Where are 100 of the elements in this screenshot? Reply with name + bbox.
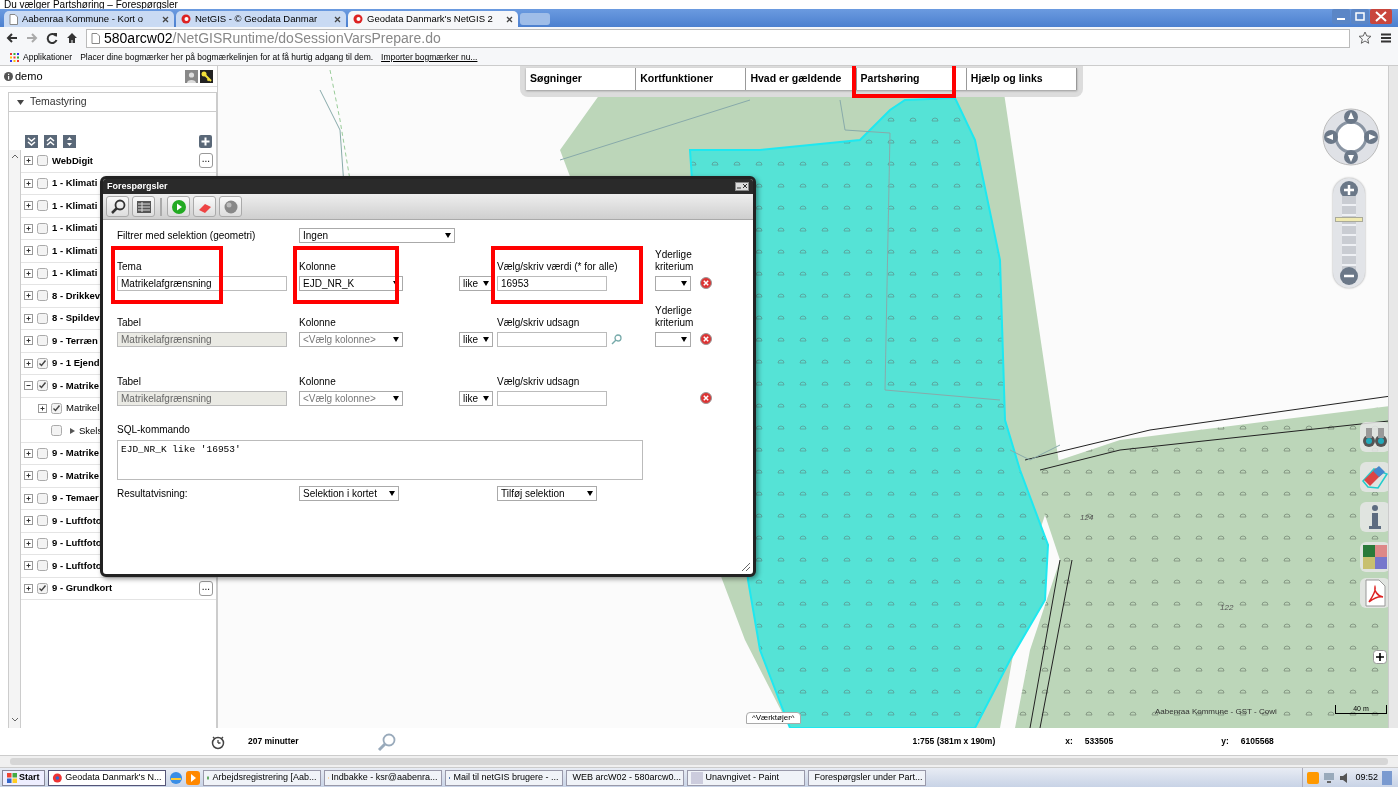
column-select[interactable]: <Vælg kolonne> [299,391,403,406]
checkbox[interactable] [37,560,48,572]
remove-icon[interactable] [700,277,712,289]
expand-icon[interactable] [24,493,33,503]
input-field[interactable]: 16953 [497,276,607,291]
remove-icon[interactable] [700,392,712,404]
address-field[interactable]: 580arcw02/NetGISRuntime/doSessionVarsPrepare.do [86,28,1350,48]
expand-icon[interactable] [24,178,33,188]
collapse-all-icon[interactable] [44,135,57,148]
scroll-up-icon[interactable] [11,153,19,159]
browser-icon[interactable] [168,770,183,785]
checkbox[interactable] [37,447,48,459]
more-button[interactable]: ... [198,580,213,596]
play-button[interactable] [167,196,190,217]
taskbar-item[interactable]: Mail til netGIS brugere - ... [444,769,563,786]
taskbar-item[interactable]: Forespørgsler under Part... [807,769,926,786]
checkbox[interactable] [37,267,48,279]
expand-icon[interactable] [24,201,33,211]
taskbar-item[interactable]: Geodata Danmark's N... [47,769,166,786]
expand-icon[interactable] [24,358,33,368]
menu-item[interactable]: Hjælp og links [966,68,1077,90]
expand-icon[interactable] [24,246,33,256]
menu-icon[interactable] [1380,32,1392,44]
geometry-select[interactable]: Ingen [299,228,455,243]
result-select[interactable]: Selektion i kortet [299,486,399,501]
minimize-icon[interactable] [735,182,749,191]
import-link[interactable]: Importer bogmærker nu... [381,50,478,64]
checkbox[interactable] [37,537,48,549]
remove-icon[interactable] [700,333,712,345]
search-icon[interactable] [611,334,622,345]
legend-icon[interactable] [1360,542,1390,572]
taskbar-item[interactable]: Indbakke - ksr@aabenra... [323,769,442,786]
checkbox[interactable] [37,200,48,212]
column-select[interactable] [655,332,691,347]
apps-link[interactable]: Applikationer [10,50,73,64]
expand-icon[interactable] [24,561,33,571]
taskbar-item[interactable]: Unavngivet - Paint [686,769,805,786]
selection-mode-select[interactable]: Tilføj selektion [497,486,597,501]
checkbox[interactable] [37,380,48,392]
search-button[interactable] [106,196,129,217]
info-icon[interactable] [1360,502,1390,532]
close-icon[interactable] [1370,9,1392,24]
checkbox[interactable] [37,312,48,324]
input-field[interactable] [497,332,607,347]
operator-select[interactable]: like [459,391,493,406]
checkbox[interactable] [37,582,48,594]
checkbox[interactable] [37,492,48,504]
checkbox[interactable] [37,290,48,302]
taskbar-item[interactable]: WEB arcW02 - 580arcw0... [565,769,684,786]
pan-control[interactable] [1322,108,1380,166]
zoom-out-icon[interactable] [1339,266,1359,286]
maximize-icon[interactable] [1351,9,1369,24]
close-icon[interactable] [506,15,513,23]
column-select[interactable]: EJD_NR_K [299,276,403,291]
zoom-slider[interactable] [1335,196,1363,270]
close-icon[interactable] [334,15,341,23]
back-icon[interactable] [6,32,18,44]
add-icon[interactable] [1373,650,1387,664]
expand-icon[interactable] [24,448,33,458]
menu-item[interactable]: Partshøring [856,68,967,90]
checkbox[interactable] [37,245,48,257]
expand-icon[interactable] [24,313,33,323]
checkbox[interactable] [37,515,48,527]
expand-icon[interactable] [24,471,33,481]
globe-button[interactable] [219,196,242,217]
checkbox[interactable] [37,222,48,234]
layer-row[interactable]: WebDigit ... [21,150,216,173]
checkbox[interactable] [37,155,48,167]
expand-icon[interactable] [24,268,33,278]
scroll-down-icon[interactable] [11,717,19,723]
sql-field[interactable]: EJD_NR_K like '16953' [117,440,643,480]
operator-select[interactable]: like [459,276,493,291]
panel-header[interactable]: Temastyring [9,93,216,112]
taskbar-item[interactable]: Arbejdsregistrering [Aab... [202,769,321,786]
operator-select[interactable]: like [459,332,493,347]
browser-tab[interactable]: Aabenraa Kommune - Kort o [4,11,174,27]
menu-item[interactable]: Søgninger [526,68,637,90]
expand-icon[interactable] [24,583,33,593]
expand-icon[interactable] [24,291,33,301]
reload-icon[interactable] [46,32,58,44]
star-icon[interactable] [1358,31,1372,45]
checkbox[interactable] [37,335,48,347]
pdf-icon[interactable] [1360,578,1390,608]
info-icon[interactable] [4,71,13,81]
resize-grip-icon[interactable] [741,562,751,572]
column-select[interactable] [655,276,691,291]
network-icon[interactable] [1323,771,1336,784]
expand-icon[interactable] [24,516,33,526]
tools-tab[interactable]: ^Værktøjer^ [746,712,801,724]
expand-arrow-icon[interactable] [70,427,75,434]
sort-icon[interactable] [63,135,76,148]
slider-thumb[interactable] [1335,217,1363,222]
start-button[interactable]: Start [2,769,45,786]
browser-tab[interactable]: Geodata Danmark's NetGIS 2 [348,11,518,27]
collapse-icon[interactable] [24,381,33,391]
checkbox[interactable] [37,470,48,482]
browser-tab[interactable]: NetGIS - © Geodata Danmar [176,11,346,27]
expand-all-icon[interactable] [25,135,38,148]
column-select[interactable]: <Vælg kolonne> [299,332,403,347]
input-field[interactable] [497,391,607,406]
